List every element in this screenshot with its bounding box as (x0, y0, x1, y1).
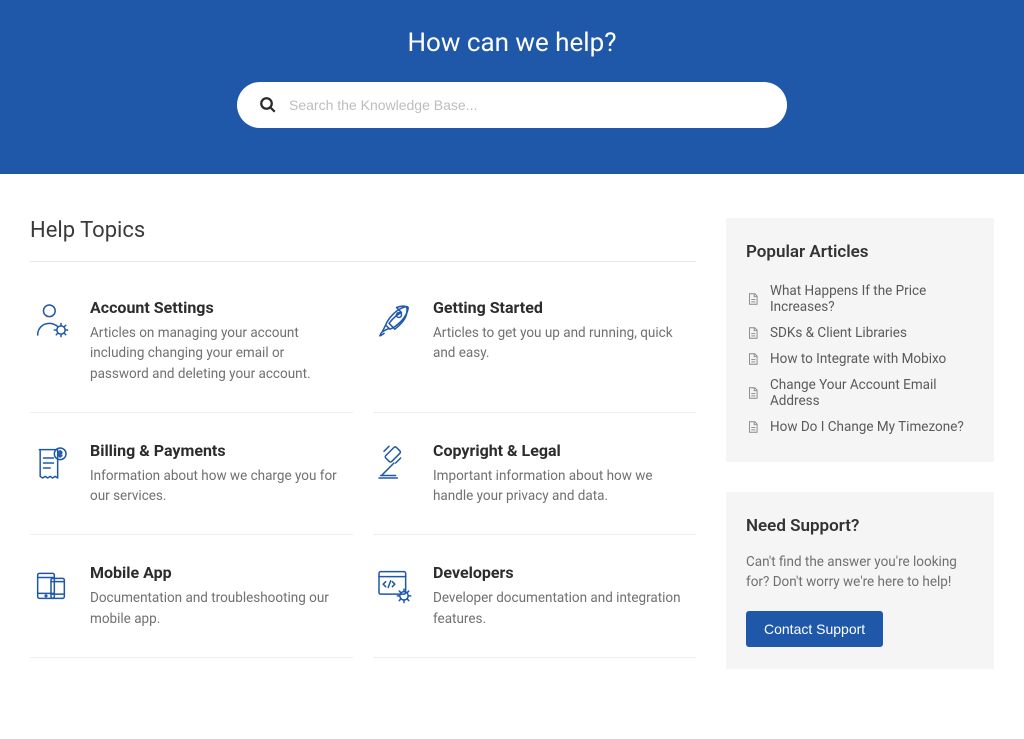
topic-desc: Articles to get you up and running, quic… (433, 323, 686, 364)
article-title: SDKs & Client Libraries (770, 325, 907, 341)
search-input[interactable] (289, 97, 765, 113)
document-icon (746, 352, 760, 366)
need-support-panel: Need Support? Can't find the answer you'… (726, 492, 994, 669)
user-gear-icon (30, 298, 72, 384)
main-content: Help Topics Account Settings Articles on… (30, 218, 696, 699)
contact-support-button[interactable]: Contact Support (746, 611, 883, 647)
popular-article-link[interactable]: What Happens If the Price Increases? (746, 278, 974, 320)
topic-title: Mobile App (90, 563, 343, 582)
mobile-devices-icon (30, 563, 72, 629)
hero-banner: How can we help? (0, 0, 1024, 174)
topic-title: Billing & Payments (90, 441, 343, 460)
document-icon (746, 386, 760, 400)
document-icon (746, 292, 760, 306)
article-title: How to Integrate with Mobixo (770, 351, 946, 367)
help-topics-heading: Help Topics (30, 218, 696, 243)
topic-desc: Developer documentation and integration … (433, 588, 686, 629)
topic-desc: Information about how we charge you for … (90, 466, 343, 507)
topic-desc: Important information about how we handl… (433, 466, 686, 507)
hero-title: How can we help? (0, 28, 1024, 58)
popular-articles-panel: Popular Articles What Happens If the Pri… (726, 218, 994, 462)
popular-article-link[interactable]: How to Integrate with Mobixo (746, 346, 974, 372)
divider (30, 261, 696, 262)
topic-title: Developers (433, 563, 686, 582)
code-gear-icon (373, 563, 415, 629)
need-support-heading: Need Support? (746, 516, 974, 536)
topic-account-settings[interactable]: Account Settings Articles on managing yo… (30, 290, 353, 413)
receipt-dollar-icon (30, 441, 72, 507)
article-title: How Do I Change My Timezone? (770, 419, 964, 435)
topic-getting-started[interactable]: Getting Started Articles to get you up a… (373, 290, 696, 413)
document-icon (746, 420, 760, 434)
popular-article-link[interactable]: How Do I Change My Timezone? (746, 414, 974, 440)
sidebar: Popular Articles What Happens If the Pri… (726, 218, 994, 699)
topic-mobile-app[interactable]: Mobile App Documentation and troubleshoo… (30, 555, 353, 658)
topic-title: Account Settings (90, 298, 343, 317)
search-icon (259, 96, 277, 114)
topic-title: Copyright & Legal (433, 441, 686, 460)
popular-articles-heading: Popular Articles (746, 242, 974, 262)
article-title: What Happens If the Price Increases? (770, 283, 974, 315)
gavel-icon (373, 441, 415, 507)
topic-title: Getting Started (433, 298, 686, 317)
article-title: Change Your Account Email Address (770, 377, 974, 409)
topic-billing-payments[interactable]: Billing & Payments Information about how… (30, 433, 353, 536)
rocket-icon (373, 298, 415, 384)
topic-desc: Articles on managing your account includ… (90, 323, 343, 384)
support-text: Can't find the answer you're looking for… (746, 552, 974, 593)
popular-article-link[interactable]: Change Your Account Email Address (746, 372, 974, 414)
topic-copyright-legal[interactable]: Copyright & Legal Important information … (373, 433, 696, 536)
popular-article-link[interactable]: SDKs & Client Libraries (746, 320, 974, 346)
document-icon (746, 326, 760, 340)
search-container[interactable] (237, 82, 787, 128)
topic-developers[interactable]: Developers Developer documentation and i… (373, 555, 696, 658)
topic-desc: Documentation and troubleshooting our mo… (90, 588, 343, 629)
